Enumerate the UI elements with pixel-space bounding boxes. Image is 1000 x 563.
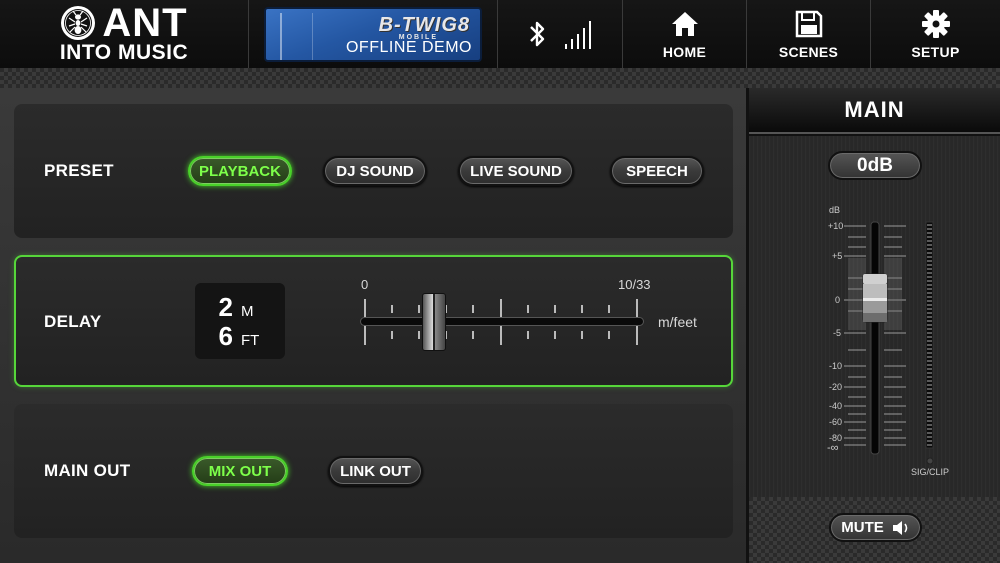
preset-speech-button[interactable]: SPEECH [610, 156, 704, 186]
delay-meters-value: 2 [218, 292, 233, 322]
preset-live-sound-button[interactable]: LIVE SOUND [458, 156, 574, 186]
delay-slider-knob[interactable] [422, 293, 447, 351]
main-channel-title: MAIN [844, 97, 905, 122]
nav-scenes[interactable]: SCENES [747, 0, 871, 68]
delay-slider-track[interactable] [361, 318, 643, 325]
sig-clip-label: SIG/CLIP [911, 467, 950, 477]
product-mode: OFFLINE DEMO [345, 38, 472, 56]
main-out-label: MAIN OUT [44, 461, 131, 480]
floppy-disk-icon [795, 10, 822, 37]
delay-label: DELAY [44, 312, 102, 331]
home-icon [671, 11, 698, 36]
mute-button[interactable]: MUTE [829, 513, 922, 542]
preset-playback-button[interactable]: PLAYBACK [188, 156, 292, 186]
connection-status [498, 0, 623, 68]
main-level-button[interactable]: 0dB [828, 151, 922, 180]
main-fader-knob[interactable] [862, 273, 888, 323]
brand-subtitle: INTO MUSIC [59, 41, 189, 64]
delay-unit-label: m/feet [658, 314, 697, 330]
main-fader[interactable] [800, 200, 950, 480]
mute-label: MUTE [841, 519, 884, 536]
main-out-mix-out-button[interactable]: MIX OUT [192, 456, 288, 486]
delay-feet-value: 6 [218, 321, 233, 351]
delay-meters-unit: M [241, 303, 254, 320]
carbon-divider [0, 68, 1000, 88]
delay-feet-unit: FT [241, 332, 260, 349]
brand-name: ANT [102, 1, 188, 45]
ant-seal-icon [61, 6, 96, 40]
nav-home[interactable]: HOME [623, 0, 747, 68]
bluetooth-icon [530, 21, 545, 47]
main-channel-header: MAIN [749, 88, 1000, 134]
delay-slider-max-label: 10/33 [618, 277, 651, 292]
brand-logo: ANT INTO MUSIC [0, 0, 249, 68]
product-card: B-TWIG8 MOBILE OFFLINE DEMO [264, 6, 482, 62]
gear-icon [921, 9, 950, 38]
sig-clip-led [926, 457, 934, 465]
top-bar: ANT INTO MUSIC B-TWIG8 MOBILE OFFLINE DE… [0, 0, 1000, 68]
product-badge: B-TWIG8 MOBILE OFFLINE DEMO [249, 0, 498, 68]
preset-dj-sound-button[interactable]: DJ SOUND [323, 156, 427, 186]
signal-bars-icon [565, 21, 591, 49]
speaker-icon [892, 520, 908, 535]
nav-scenes-label: SCENES [778, 43, 839, 60]
nav-setup[interactable]: SETUP [871, 0, 1000, 68]
preset-label: PRESET [44, 161, 114, 180]
nav-home-label: HOME [662, 43, 707, 60]
nav-setup-label: SETUP [911, 43, 960, 60]
delay-readout: 2 M 6 FT [195, 283, 285, 359]
main-out-link-out-button[interactable]: LINK OUT [328, 456, 423, 486]
delay-slider-min-label: 0 [361, 277, 369, 292]
